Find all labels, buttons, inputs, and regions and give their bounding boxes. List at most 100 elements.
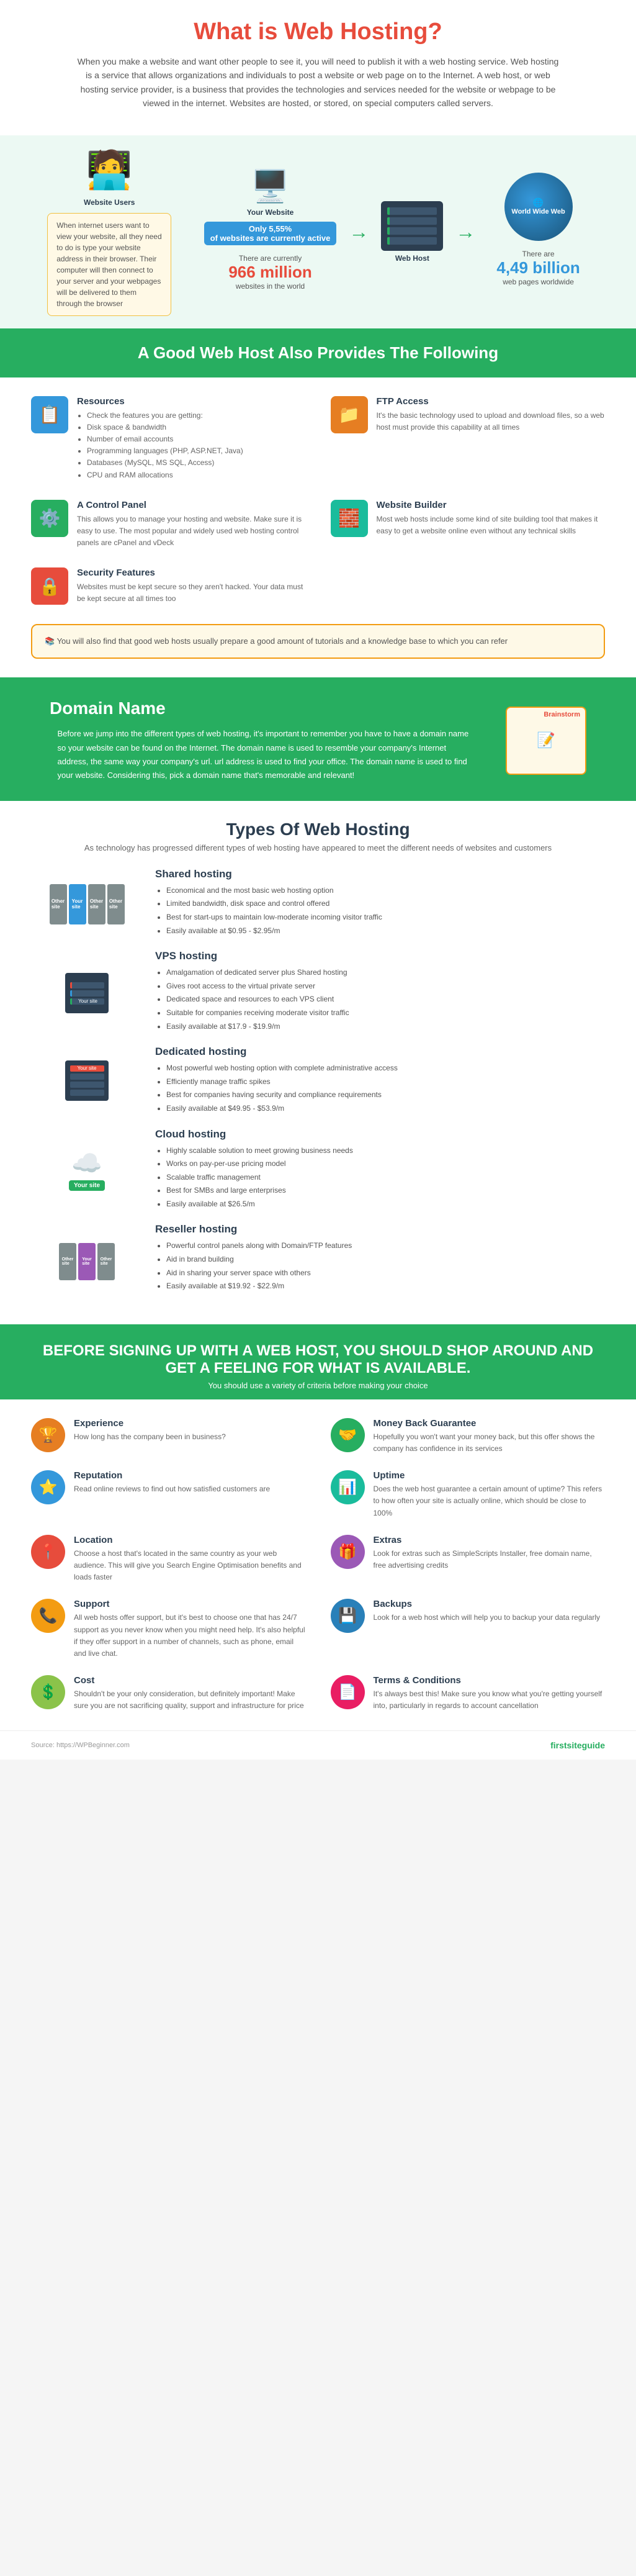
experience-title: Experience — [74, 1418, 226, 1429]
vps-unit-1 — [70, 982, 104, 988]
list-item: Scalable traffic management — [166, 1171, 353, 1185]
reputation-text: Reputation Read online reviews to find o… — [74, 1470, 270, 1495]
control-panel-desc: This allows you to manage your hosting a… — [77, 513, 306, 549]
criteria-uptime: 📊 Uptime Does the web host guarantee a c… — [331, 1470, 606, 1519]
feature-website-builder: 🧱 Website Builder Most web hosts include… — [331, 500, 606, 549]
list-item: Amalgamation of dedicated server plus Sh… — [166, 966, 349, 980]
good-host-section: A Good Web Host Also Provides The Follow… — [0, 331, 636, 377]
web-host-icon — [381, 201, 443, 251]
list-item: Easily available at $17.9 - $19.9/m — [166, 1020, 349, 1034]
criteria-backups: 💾 Backups Look for a web host which will… — [331, 1599, 606, 1660]
types-section: Types Of Web Hosting As technology has p… — [0, 801, 636, 1324]
money-back-text: Money Back Guarantee Hopefully you won't… — [374, 1418, 606, 1455]
res-block-2: Othersite — [97, 1243, 115, 1280]
list-item: Easily available at $0.95 - $2.95/m — [166, 924, 382, 938]
list-item: Efficiently manage traffic spikes — [166, 1075, 398, 1089]
feature-resources: 📋 Resources Check the features you are g… — [31, 396, 306, 481]
user-description: When internet users want to view your we… — [47, 213, 171, 316]
reseller-points: Powerful control panels along with Domai… — [155, 1239, 352, 1293]
cloud-points: Highly scalable solution to meet growing… — [155, 1144, 353, 1211]
website-builder-title: Website Builder — [377, 500, 606, 510]
features-grid: 📋 Resources Check the features you are g… — [0, 377, 636, 678]
uptime-desc: Does the web host guarantee a certain am… — [374, 1483, 606, 1519]
list-item: Most powerful web hosting option with co… — [166, 1062, 398, 1075]
dedicated-points: Most powerful web hosting option with co… — [155, 1062, 398, 1115]
resources-icon: 📋 — [31, 396, 68, 433]
list-item: Best for companies having security and c… — [166, 1088, 398, 1102]
list-item: Dedicated space and resources to each VP… — [166, 993, 349, 1006]
backups-text: Backups Look for a web host which will h… — [374, 1599, 601, 1624]
your-site-cloud: Your site — [69, 1180, 105, 1191]
list-item: Works on pay-per-use pricing model — [166, 1157, 353, 1171]
security-icon: 🔒 — [31, 567, 68, 605]
cloud-icon: ☁️ — [71, 1149, 102, 1178]
infographic: What is Web Hosting? When you make a web… — [0, 0, 636, 1760]
good-host-title: A Good Web Host Also Provides The Follow… — [25, 343, 611, 363]
vps-unit-your: Your site — [70, 998, 104, 1005]
security-desc: Websites must be kept secure so they are… — [77, 581, 306, 605]
cost-desc: Shouldn't be your only consideration, bu… — [74, 1688, 306, 1712]
cost-text: Cost Shouldn't be your only consideratio… — [74, 1675, 306, 1712]
list-item: Aid in sharing your server space with ot… — [166, 1267, 352, 1280]
reseller-info: Reseller hosting Powerful control panels… — [155, 1223, 352, 1293]
list-item: Powerful control panels along with Domai… — [166, 1239, 352, 1253]
backups-desc: Look for a web host which will help you … — [374, 1612, 601, 1624]
list-item: Easily available at $49.95 - $53.9/m — [166, 1102, 398, 1116]
percent-badge: Only 5,55% of websites are currently act… — [204, 222, 337, 245]
ded-unit-4 — [70, 1090, 104, 1096]
shared-block-1: Othersite — [50, 884, 67, 924]
location-title: Location — [74, 1535, 306, 1545]
domain-section: Domain Name Before we jump into the diff… — [0, 680, 636, 800]
money-back-icon: 🤝 — [331, 1418, 365, 1452]
list-item: Gives root access to the virtual private… — [166, 980, 349, 993]
criteria-section: 🏆 Experience How long has the company be… — [0, 1399, 636, 1731]
shared-block-2: Othersite — [88, 884, 105, 924]
knowledge-box-wrapper: 📚 You will also find that good web hosts… — [31, 624, 605, 659]
website-users-group: 🧑‍💻 Website Users When internet users wa… — [47, 148, 171, 316]
reputation-desc: Read online reviews to find out how sati… — [74, 1483, 270, 1495]
dedicated-info: Dedicated hosting Most powerful web host… — [155, 1046, 398, 1115]
reputation-icon: ⭐ — [31, 1470, 65, 1504]
shared-block-3: Othersite — [107, 884, 125, 924]
vps-info: VPS hosting Amalgamation of dedicated se… — [155, 950, 349, 1033]
extras-text: Extras Look for extras such as SimpleScr… — [374, 1535, 606, 1571]
hosting-cloud: ☁️ Your site Cloud hosting Highly scalab… — [31, 1128, 605, 1211]
criteria-extras: 🎁 Extras Look for extras such as SimpleS… — [331, 1535, 606, 1584]
criteria-reputation: ⭐ Reputation Read online reviews to find… — [31, 1470, 306, 1519]
criteria-support: 📞 Support All web hosts offer support, b… — [31, 1599, 306, 1660]
website-builder-text: Website Builder Most web hosts include s… — [377, 500, 606, 537]
domain-text: Before we jump into the different types … — [58, 727, 480, 782]
uptime-icon: 📊 — [331, 1470, 365, 1504]
resources-list: Check the features you are getting: Disk… — [77, 410, 243, 481]
terms-text: Terms & Conditions It's always best this… — [374, 1675, 606, 1712]
your-website-label: Your Website — [247, 208, 294, 217]
money-back-title: Money Back Guarantee — [374, 1418, 606, 1429]
hosting-reseller: Othersite Yoursite Othersite Reseller ho… — [31, 1223, 605, 1293]
types-subtitle: As technology has progressed different t… — [31, 843, 605, 852]
resources-text: Resources Check the features you are get… — [77, 396, 243, 481]
arrow-right-1: → — [349, 220, 369, 243]
cloud-title: Cloud hosting — [155, 1128, 353, 1141]
your-website-icon: 🖥️ — [251, 168, 289, 205]
backups-title: Backups — [374, 1599, 601, 1609]
ftp-text: FTP Access It's the basic technology use… — [377, 396, 606, 433]
hosting-dedicated: Your site Dedicated hosting Most powerfu… — [31, 1046, 605, 1115]
resources-title: Resources — [77, 396, 243, 407]
vps-visual: Your site — [31, 970, 143, 1013]
header-intro: When you make a website and want other p… — [76, 55, 560, 111]
www-globe: 🌐World Wide Web — [504, 173, 573, 241]
uptime-text: Uptime Does the web host guarantee a cer… — [374, 1470, 606, 1519]
security-text: Security Features Websites must be kept … — [77, 567, 306, 605]
domain-text-area: Domain Name Before we jump into the diff… — [50, 698, 487, 782]
experience-desc: How long has the company been in busines… — [74, 1431, 226, 1443]
terms-desc: It's always best this! Make sure you kno… — [374, 1688, 606, 1712]
footer-logo: firstsiteguide — [550, 1740, 605, 1750]
website-builder-desc: Most web hosts include some kind of site… — [377, 513, 606, 537]
list-item: Easily available at $26.5/m — [166, 1198, 353, 1211]
security-title: Security Features — [77, 567, 306, 578]
support-title: Support — [74, 1599, 306, 1609]
control-panel-text: A Control Panel This allows you to manag… — [77, 500, 306, 549]
res-your-site: Yoursite — [78, 1243, 96, 1280]
dedicated-title: Dedicated hosting — [155, 1046, 398, 1058]
cost-title: Cost — [74, 1675, 306, 1686]
